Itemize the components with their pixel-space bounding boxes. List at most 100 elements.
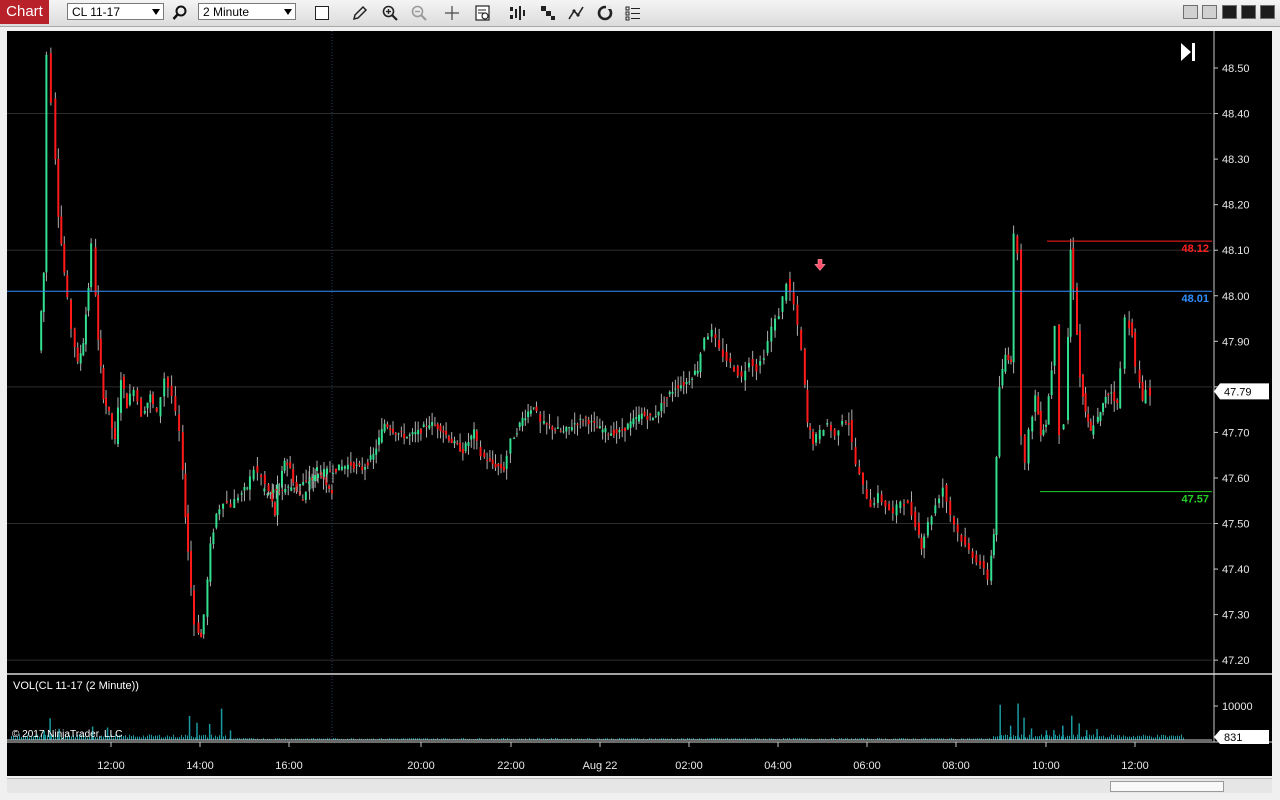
scroll-thumb[interactable]	[1110, 781, 1224, 792]
volume-bar	[147, 735, 148, 740]
candle-body	[128, 393, 131, 405]
candle-body	[1045, 424, 1048, 427]
data-box-icon[interactable]	[473, 3, 493, 23]
maximize-icon[interactable]	[1241, 5, 1256, 19]
candle-body	[400, 431, 403, 433]
x-tick-label: 16:00	[275, 760, 303, 772]
zoom-out-icon[interactable]	[409, 3, 429, 23]
candle-body	[263, 488, 266, 492]
candle-body	[679, 385, 682, 389]
interval-selector[interactable]: 2 Minute	[198, 3, 296, 20]
y-tick-label: 47.30	[1222, 610, 1250, 622]
candle-body	[986, 569, 989, 580]
candle-body	[604, 428, 607, 433]
volume-bar	[1165, 735, 1166, 740]
candle-body	[225, 501, 228, 503]
horizontal-scrollbar[interactable]	[7, 778, 1272, 793]
volume-bar	[1041, 734, 1042, 740]
candle-body	[865, 489, 868, 499]
go-to-latest-bar	[1192, 43, 1195, 61]
candle-body	[618, 430, 621, 433]
restore-icon[interactable]	[1183, 5, 1198, 19]
volume-spike	[1045, 730, 1048, 740]
indicators-icon[interactable]	[507, 3, 527, 23]
candle-body	[938, 498, 941, 504]
close-icon[interactable]	[1260, 5, 1275, 19]
candle-body	[532, 407, 535, 409]
candle-body	[218, 509, 221, 515]
candle-body	[781, 296, 784, 312]
candle-body	[1037, 396, 1040, 415]
chart-toolbar: Chart CL 11-17 2 Minute	[0, 0, 1280, 27]
candle-body	[527, 411, 530, 418]
volume-bar	[199, 735, 200, 740]
x-tick-label: 22:00	[497, 760, 525, 772]
search-icon[interactable]	[170, 3, 190, 23]
candle-body	[97, 295, 100, 340]
reload-icon[interactable]	[595, 3, 615, 23]
strategies-icon[interactable]	[538, 3, 558, 23]
crosshair-icon[interactable]	[442, 3, 462, 23]
volume-bar	[1059, 734, 1060, 740]
draw-icon[interactable]	[350, 3, 370, 23]
candle-body	[952, 517, 955, 525]
candle-body	[394, 433, 397, 435]
candle-body	[355, 464, 358, 466]
instrument-selector[interactable]: CL 11-17	[67, 3, 164, 20]
candle-body	[60, 216, 63, 244]
candle-body	[181, 432, 184, 471]
price-chart[interactable]: 48.12 48.01 47.57 48.50 48.40 48.30 48.20 48.10…	[7, 31, 1272, 776]
candle-body	[837, 430, 840, 436]
candle-body	[910, 501, 913, 516]
candle-body	[389, 427, 392, 431]
volume-bar	[219, 735, 220, 740]
candle-body	[323, 469, 326, 477]
candle-body	[854, 447, 857, 465]
candle-body	[1081, 375, 1084, 397]
candle-body	[733, 366, 736, 372]
drawing-tools-icon[interactable]	[566, 3, 586, 23]
candle-body	[822, 429, 825, 436]
candle-body	[755, 364, 758, 372]
candle-body	[554, 429, 557, 431]
candle-body	[305, 480, 308, 482]
bar-type-icon[interactable]	[312, 3, 332, 23]
candle-body	[593, 420, 596, 423]
minimize-icon[interactable]	[1222, 5, 1237, 19]
candle-body	[975, 554, 978, 563]
candle-body	[582, 421, 585, 423]
volume-bar	[1091, 735, 1092, 740]
candle-body	[302, 482, 305, 485]
candle-body	[1072, 247, 1075, 289]
chart-panel[interactable]: 48.12 48.01 47.57 48.50 48.40 48.30 48.20 48.10…	[7, 31, 1272, 776]
candle-body	[178, 414, 181, 432]
properties-icon[interactable]	[623, 3, 643, 23]
volume-bar	[997, 736, 998, 740]
candle-body	[132, 389, 135, 397]
candle-body	[1016, 236, 1019, 254]
candle-body	[1123, 317, 1126, 369]
candle-body	[615, 429, 618, 434]
candle-body	[923, 536, 926, 548]
candle-body	[152, 394, 155, 405]
candle-body	[646, 415, 649, 420]
candle-body	[125, 393, 128, 409]
candle-body	[146, 402, 149, 409]
candle-body	[744, 370, 747, 381]
candle-body	[884, 500, 887, 507]
candle-body	[1092, 425, 1095, 435]
candle-body	[334, 468, 337, 473]
candle-body	[579, 418, 582, 420]
candle-body	[54, 98, 57, 160]
restore-icon[interactable]	[1202, 5, 1217, 19]
candle-body	[222, 503, 225, 509]
candle-body	[1020, 249, 1023, 436]
x-tick-label: Aug 22	[583, 760, 618, 772]
candle-body	[49, 53, 52, 103]
candle-body	[696, 370, 699, 374]
zoom-in-icon[interactable]	[380, 3, 400, 23]
y-tick-label: 47.70	[1222, 427, 1250, 439]
chart-tab[interactable]: Chart	[0, 0, 49, 24]
candle-body	[275, 488, 278, 491]
candle-body	[956, 524, 959, 533]
